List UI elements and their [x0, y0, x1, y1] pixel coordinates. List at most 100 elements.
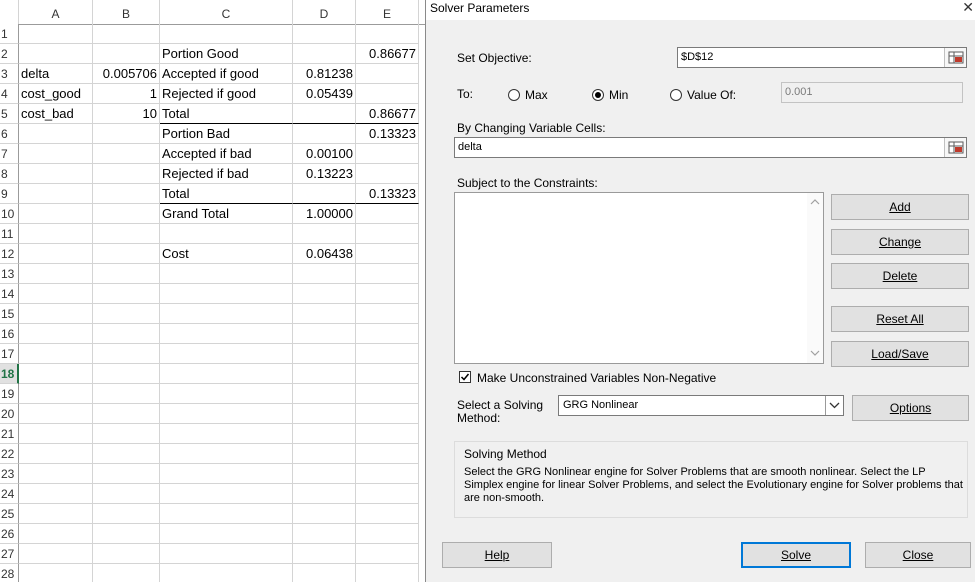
min-label[interactable]: Min	[609, 88, 628, 102]
max-label[interactable]: Max	[525, 88, 548, 102]
row-header[interactable]: 7	[0, 144, 19, 164]
cell-d25[interactable]	[293, 504, 356, 524]
row-header[interactable]: 12	[0, 244, 19, 264]
column-header-b[interactable]: B	[93, 0, 160, 24]
cell-b24[interactable]	[93, 484, 160, 504]
cell-e16[interactable]	[356, 324, 419, 344]
cell-a28[interactable]	[19, 564, 93, 582]
cell-e21[interactable]	[356, 424, 419, 444]
cell-b21[interactable]	[93, 424, 160, 444]
cell-a1[interactable]	[19, 24, 93, 44]
cell-a17[interactable]	[19, 344, 93, 364]
cell-d6[interactable]	[293, 124, 356, 144]
cell-e1[interactable]	[356, 24, 419, 44]
cell-a25[interactable]	[19, 504, 93, 524]
cell-a20[interactable]	[19, 404, 93, 424]
cell-b7[interactable]	[93, 144, 160, 164]
cell-c26[interactable]	[160, 524, 293, 544]
cell-b3[interactable]: 0.005706	[93, 64, 160, 84]
scroll-up-arrow-icon[interactable]	[810, 199, 820, 205]
cell-a27[interactable]	[19, 544, 93, 564]
cell-e20[interactable]	[356, 404, 419, 424]
row-header[interactable]: 4	[0, 84, 19, 104]
cell-c3[interactable]: Accepted if good	[160, 64, 293, 84]
change-button[interactable]: Change	[831, 229, 969, 255]
cell-d26[interactable]	[293, 524, 356, 544]
cell-d24[interactable]	[293, 484, 356, 504]
row-header[interactable]: 28	[0, 564, 19, 582]
cell-c17[interactable]	[160, 344, 293, 364]
row-header[interactable]: 23	[0, 464, 19, 484]
cell-e14[interactable]	[356, 284, 419, 304]
column-header-d[interactable]: D	[293, 0, 356, 24]
cell-e18[interactable]	[356, 364, 419, 384]
cell-a5[interactable]: cost_bad	[19, 104, 93, 124]
cell-d18[interactable]	[293, 364, 356, 384]
cell-e9[interactable]: 0.13323	[356, 184, 419, 204]
row-header[interactable]: 8	[0, 164, 19, 184]
row-header[interactable]: 27	[0, 544, 19, 564]
row-header[interactable]: 25	[0, 504, 19, 524]
row-header[interactable]: 26	[0, 524, 19, 544]
cell-d17[interactable]	[293, 344, 356, 364]
row-header[interactable]: 9	[0, 184, 19, 204]
cell-d5[interactable]	[293, 104, 356, 124]
cell-a11[interactable]	[19, 224, 93, 244]
load-save-button[interactable]: Load/Save	[831, 341, 969, 367]
cell-d10[interactable]: 1.00000	[293, 204, 356, 224]
cell-d27[interactable]	[293, 544, 356, 564]
cell-c8[interactable]: Rejected if bad	[160, 164, 293, 184]
cell-c27[interactable]	[160, 544, 293, 564]
delete-button[interactable]: Delete	[831, 263, 969, 289]
cell-d3[interactable]: 0.81238	[293, 64, 356, 84]
cell-c16[interactable]	[160, 324, 293, 344]
add-button[interactable]: Add	[831, 194, 969, 220]
cell-b2[interactable]	[93, 44, 160, 64]
cell-d16[interactable]	[293, 324, 356, 344]
cell-e11[interactable]	[356, 224, 419, 244]
column-header-c[interactable]: C	[160, 0, 293, 24]
cell-d12[interactable]: 0.06438	[293, 244, 356, 264]
cell-b26[interactable]	[93, 524, 160, 544]
cell-c12[interactable]: Cost	[160, 244, 293, 264]
options-button[interactable]: Options	[852, 395, 969, 421]
cell-b9[interactable]	[93, 184, 160, 204]
cell-d15[interactable]	[293, 304, 356, 324]
cell-b5[interactable]: 10	[93, 104, 160, 124]
solve-button[interactable]: Solve	[741, 542, 851, 568]
cell-c10[interactable]: Grand Total	[160, 204, 293, 224]
cell-e23[interactable]	[356, 464, 419, 484]
cell-b28[interactable]	[93, 564, 160, 582]
cell-c11[interactable]	[160, 224, 293, 244]
cell-a9[interactable]	[19, 184, 93, 204]
cell-d14[interactable]	[293, 284, 356, 304]
scroll-down-arrow-icon[interactable]	[810, 350, 820, 356]
cell-d22[interactable]	[293, 444, 356, 464]
cell-e4[interactable]	[356, 84, 419, 104]
close-button[interactable]: Close	[865, 542, 971, 568]
cell-e3[interactable]	[356, 64, 419, 84]
cell-a23[interactable]	[19, 464, 93, 484]
cell-a3[interactable]: delta	[19, 64, 93, 84]
cell-e17[interactable]	[356, 344, 419, 364]
cell-b12[interactable]	[93, 244, 160, 264]
cell-d2[interactable]	[293, 44, 356, 64]
cell-a4[interactable]: cost_good	[19, 84, 93, 104]
cell-e10[interactable]	[356, 204, 419, 224]
cell-a13[interactable]	[19, 264, 93, 284]
cell-c15[interactable]	[160, 304, 293, 324]
cell-a19[interactable]	[19, 384, 93, 404]
row-header[interactable]: 16	[0, 324, 19, 344]
cell-b8[interactable]	[93, 164, 160, 184]
cell-d11[interactable]	[293, 224, 356, 244]
cell-b14[interactable]	[93, 284, 160, 304]
column-header-a[interactable]: A	[19, 0, 93, 24]
cell-c14[interactable]	[160, 284, 293, 304]
cell-b22[interactable]	[93, 444, 160, 464]
cell-c18[interactable]	[160, 364, 293, 384]
cell-e28[interactable]	[356, 564, 419, 582]
cell-c13[interactable]	[160, 264, 293, 284]
cell-d20[interactable]	[293, 404, 356, 424]
cell-c20[interactable]	[160, 404, 293, 424]
help-button[interactable]: Help	[442, 542, 552, 568]
